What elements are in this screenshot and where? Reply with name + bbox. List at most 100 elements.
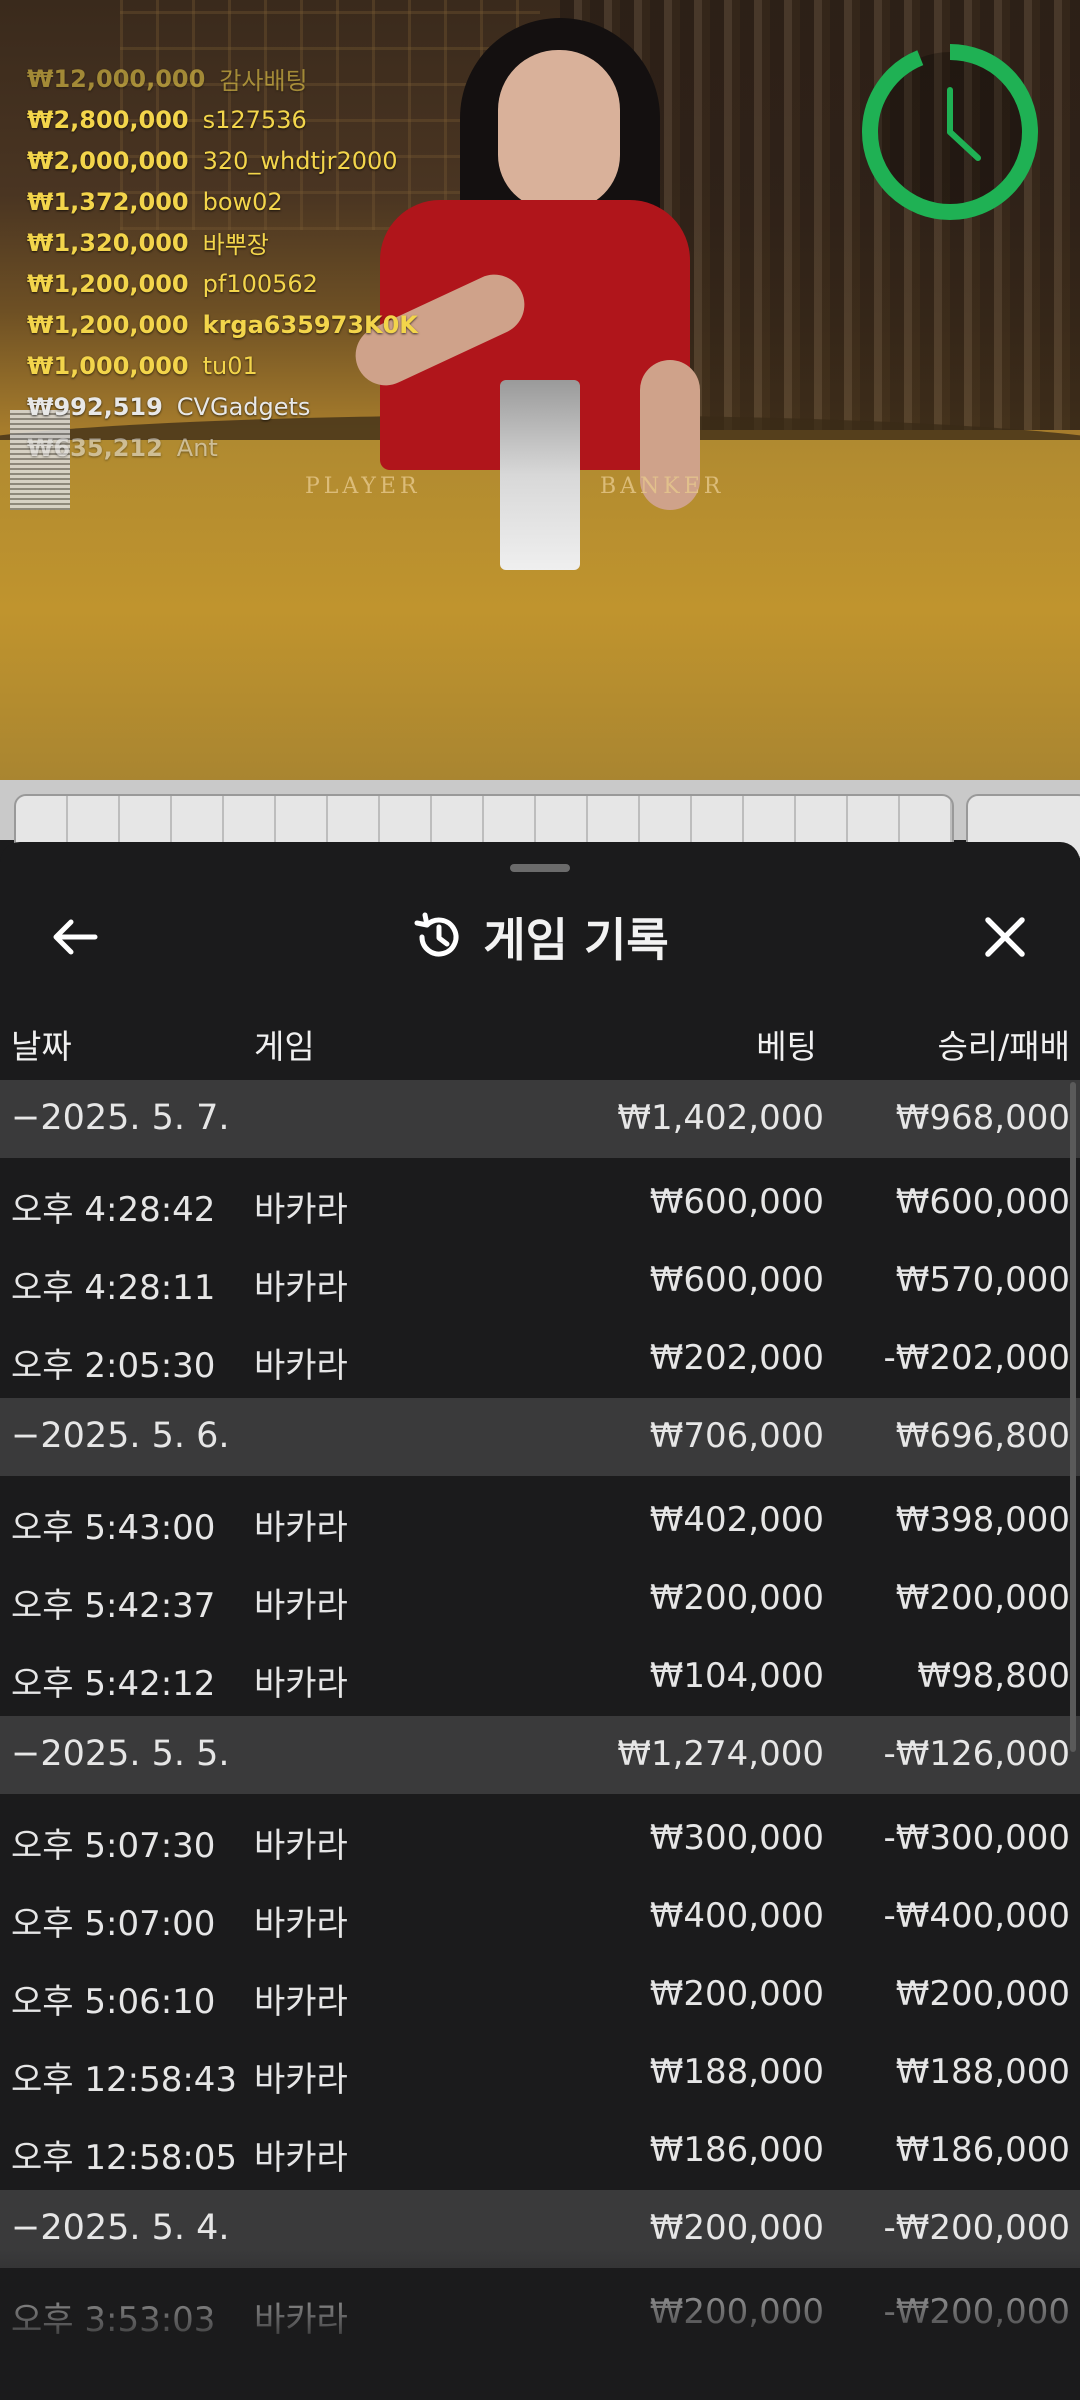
row-bet: ₩300,000 — [649, 1818, 824, 1858]
date-group-row[interactable]: −2025. 5. 7. ₩1,402,000 ₩968,000 — [0, 1080, 1080, 1158]
row-winloss: -₩202,000 — [883, 1338, 1071, 1378]
row-winloss: ₩398,000 — [895, 1500, 1070, 1540]
column-winloss: 승리/패배 — [937, 1027, 1070, 1066]
row-bet: ₩200,000 — [649, 2292, 824, 2332]
bettor-name: Ant — [176, 433, 218, 462]
row-winloss: ₩600,000 — [895, 1182, 1070, 1222]
row-game: 바카라 — [254, 1346, 348, 1386]
row-time: 오후 4:28:42 — [11, 1190, 216, 1230]
drag-handle[interactable] — [510, 864, 570, 872]
group-date: −2025. 5. 6. — [11, 1416, 230, 1456]
row-bet: ₩186,000 — [649, 2130, 824, 2170]
row-game: 바카라 — [254, 1664, 348, 1704]
column-date: 날짜 — [11, 1027, 72, 1066]
row-game: 바카라 — [254, 2300, 348, 2340]
group-date: −2025. 5. 7. — [11, 1098, 230, 1138]
row-bet: ₩402,000 — [649, 1500, 824, 1540]
row-bet: ₩104,000 — [649, 1656, 824, 1696]
row-winloss: -₩126,000 — [883, 1734, 1071, 1774]
column-header: 날짜 게임 베팅 승리/패배 — [0, 1012, 1080, 1068]
bettor-amount: ₩1,200,000 — [27, 310, 189, 339]
scrollbar[interactable] — [1070, 1082, 1076, 1752]
date-group-row[interactable]: −2025. 5. 5. ₩1,274,000 -₩126,000 — [0, 1716, 1080, 1794]
row-time: 오후 5:42:37 — [11, 1586, 216, 1626]
row-bet: ₩1,402,000 — [617, 1098, 824, 1138]
row-winloss: -₩200,000 — [883, 2292, 1071, 2332]
live-video: PLAYER BANKER ₩12,000,000 감사배팅 ₩2,800,000 s… — [0, 0, 1080, 780]
bettor-row: ₩2,000,000 320_whdtjr2000 — [27, 140, 418, 181]
bettor-amount: ₩2,000,000 — [27, 146, 189, 175]
row-game: 바카라 — [254, 1826, 348, 1866]
date-group-row[interactable]: −2025. 5. 6. ₩706,000 ₩696,800 — [0, 1398, 1080, 1476]
bettor-row: ₩1,372,000 bow02 — [27, 181, 418, 222]
history-icon — [414, 912, 459, 957]
dealer-face — [498, 50, 620, 210]
row-winloss: ₩696,800 — [895, 1416, 1070, 1456]
bettor-amount: ₩2,800,000 — [27, 105, 189, 134]
history-row: 오후 5:42:37 바카라 ₩200,000 ₩200,000 — [0, 1560, 1080, 1638]
bettor-name: 감사배팅 — [219, 67, 308, 95]
row-bet: ₩200,000 — [649, 1578, 824, 1618]
game-history-sheet: 게임 기록 날짜 게임 베팅 승리/패배 −2025. 5. 7. ₩1,402,… — [0, 842, 1080, 2400]
bettor-row: ₩2,800,000 s127536 — [27, 99, 418, 140]
row-time: 오후 5:42:12 — [11, 1664, 216, 1704]
row-game: 바카라 — [254, 1508, 348, 1548]
bettor-row: ₩12,000,000 감사배팅 — [27, 58, 418, 99]
row-game: 바카라 — [254, 1982, 348, 2022]
bettor-amount: ₩992,519 — [27, 392, 163, 421]
bettor-row: ₩635,212 Ant — [27, 427, 418, 468]
row-winloss: -₩200,000 — [883, 2208, 1071, 2248]
row-time: 오후 12:58:43 — [11, 2060, 238, 2100]
group-date: −2025. 5. 4. — [11, 2208, 230, 2248]
bettor-name: pf100562 — [202, 269, 318, 298]
row-bet: ₩706,000 — [649, 1416, 824, 1456]
column-bet: 베팅 — [756, 1027, 817, 1066]
bettor-row: ₩1,320,000 바뿌장 — [27, 222, 418, 263]
row-winloss: ₩186,000 — [895, 2130, 1070, 2170]
row-time: 오후 2:05:30 — [11, 1346, 216, 1386]
history-row: 오후 12:58:43 바카라 ₩188,000 ₩188,000 — [0, 2034, 1080, 2112]
bettor-row: ₩1,200,000 krga635973K0K — [27, 304, 418, 345]
row-game: 바카라 — [254, 1586, 348, 1626]
row-time: 오후 5:43:00 — [11, 1508, 216, 1548]
history-row: 오후 2:05:30 바카라 ₩202,000 -₩202,000 — [0, 1320, 1080, 1398]
bettor-amount: ₩1,372,000 — [27, 187, 189, 216]
row-bet: ₩600,000 — [649, 1260, 824, 1300]
bettor-amount: ₩1,200,000 — [27, 269, 189, 298]
bettor-name: tu01 — [202, 351, 258, 380]
bettor-row: ₩1,000,000 tu01 — [27, 345, 418, 386]
bettor-amount: ₩1,000,000 — [27, 351, 189, 380]
history-row: 오후 5:07:00 바카라 ₩400,000 -₩400,000 — [0, 1878, 1080, 1956]
history-row: 오후 4:28:42 바카라 ₩600,000 ₩600,000 — [0, 1164, 1080, 1242]
row-time: 오후 4:28:11 — [11, 1268, 216, 1308]
row-winloss: ₩188,000 — [895, 2052, 1070, 2092]
bettor-amount: ₩1,320,000 — [27, 228, 189, 257]
close-icon — [985, 917, 1025, 957]
table-label-player: PLAYER — [305, 474, 421, 499]
history-row: 오후 3:53:03 바카라 ₩200,000 -₩200,000 — [0, 2274, 1080, 2352]
row-time: 오후 5:06:10 — [11, 1982, 216, 2022]
history-row: 오후 12:58:05 바카라 ₩186,000 ₩186,000 — [0, 2112, 1080, 2190]
timer-icon — [858, 40, 1042, 224]
date-group-row[interactable]: −2025. 5. 4. ₩200,000 -₩200,000 — [0, 2190, 1080, 2268]
bettor-amount: ₩635,212 — [27, 433, 163, 462]
bettor-name: krga635973K0K — [202, 310, 418, 339]
row-bet: ₩200,000 — [649, 1974, 824, 2014]
card-shoe — [500, 380, 580, 570]
row-game: 바카라 — [254, 1268, 348, 1308]
bettor-row: ₩992,519 CVGadgets — [27, 386, 418, 427]
row-bet: ₩400,000 — [649, 1896, 824, 1936]
history-list: −2025. 5. 7. ₩1,402,000 ₩968,000 오후 4:28:42… — [0, 1080, 1080, 2352]
row-winloss: ₩98,800 — [917, 1656, 1070, 1696]
bettor-name: 바뿌장 — [202, 231, 269, 259]
row-game: 바카라 — [254, 2060, 348, 2100]
row-bet: ₩1,274,000 — [617, 1734, 824, 1774]
bettor-row: ₩1,200,000 pf100562 — [27, 263, 418, 304]
bettor-name: CVGadgets — [176, 392, 311, 421]
sheet-title: 게임 기록 — [483, 913, 669, 967]
table-label-banker: BANKER — [600, 474, 725, 499]
bettor-amount: ₩12,000,000 — [27, 64, 206, 93]
bettor-name: bow02 — [202, 187, 283, 216]
close-button[interactable] — [970, 902, 1040, 972]
row-bet: ₩200,000 — [649, 2208, 824, 2248]
